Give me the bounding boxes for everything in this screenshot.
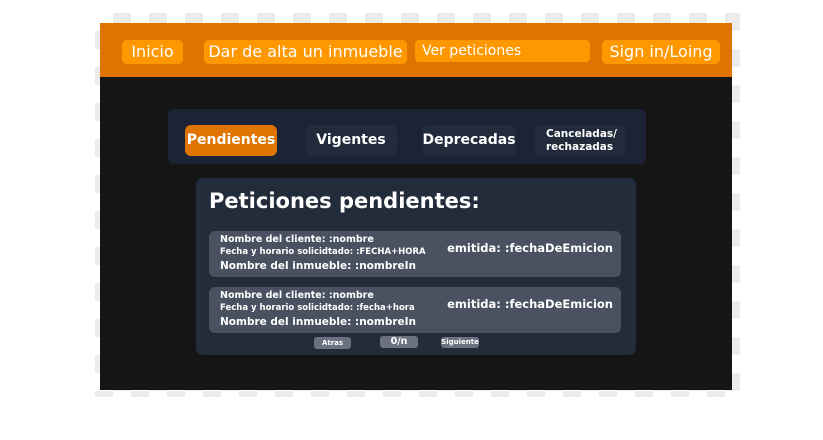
page-counter: 0/n [380, 336, 418, 348]
tab-canceladas-label-line2: rechazadas [546, 141, 614, 153]
request-card[interactable]: Nombre del cliente: :nombre Fecha y hora… [209, 287, 621, 333]
top-nav-bar: Inicio Dar de alta un inmueble Ver petic… [100, 23, 732, 77]
tab-deprecadas[interactable]: Deprecadas [422, 125, 516, 156]
nav-sign-in-button[interactable]: Sign in/Loing [602, 40, 720, 64]
requested-datetime: Fecha y horario solicidtado: :FECHA+HORA [220, 247, 426, 257]
requests-panel: Peticiones pendientes: Nombre del client… [196, 178, 636, 355]
tab-canceladas-label-line1: Canceladas/ [546, 128, 617, 140]
tab-pendientes[interactable]: Pendientes [185, 125, 277, 156]
page-title: Peticiones pendientes: [209, 189, 480, 213]
requested-datetime: Fecha y horario solicidtado: :fecha+hora [220, 303, 415, 313]
previous-page-button[interactable]: Atras [314, 337, 351, 349]
nav-ver-peticiones-button[interactable]: Ver peticiones [415, 40, 590, 62]
property-name: Nombre del inmueble: :nombreIn [220, 260, 417, 272]
issued-date: emitida: :fechaDeEmicion [447, 297, 613, 311]
client-name: Nombre del cliente: :nombre [220, 290, 374, 301]
request-card[interactable]: Nombre del cliente: :nombre Fecha y hora… [209, 231, 621, 277]
status-tab-bar: Pendientes Vigentes Deprecadas Cancelada… [168, 109, 646, 164]
tab-canceladas-rechazadas[interactable]: Canceladas/ rechazadas [534, 125, 626, 156]
next-page-button[interactable]: Siguiente [441, 337, 479, 348]
app-window: Inicio Dar de alta un inmueble Ver petic… [100, 23, 732, 390]
tab-vigentes[interactable]: Vigentes [305, 125, 397, 156]
property-name: Nombre del inmueble: :nombreIn [220, 316, 417, 328]
client-name: Nombre del cliente: :nombre [220, 234, 374, 245]
nav-alta-inmueble-button[interactable]: Dar de alta un inmueble [204, 40, 407, 64]
issued-date: emitida: :fechaDeEmicion [447, 241, 613, 255]
nav-inicio-button[interactable]: Inicio [122, 40, 183, 64]
